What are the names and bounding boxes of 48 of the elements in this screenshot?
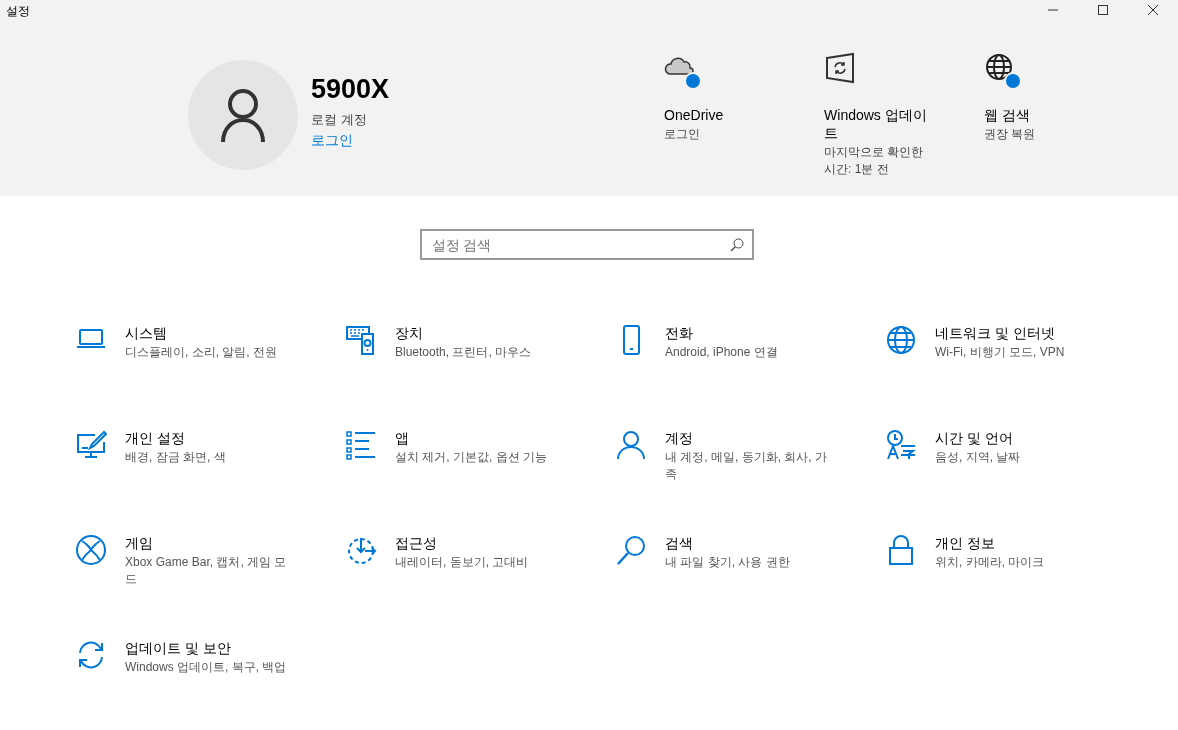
search-icon[interactable] xyxy=(615,534,647,566)
category-title[interactable]: 개인 설정 xyxy=(125,429,295,447)
category-description: 디스플레이, 소리, 알림, 전원 xyxy=(125,344,278,361)
sign-in-link[interactable]: 로그인 xyxy=(311,132,390,150)
category-description: 위치, 카메라, 마이크 xyxy=(935,554,1046,571)
quick-link-subtitle: 마지막으로 확인한 시간: 1분 전 xyxy=(824,144,925,178)
category-title[interactable]: 시스템 xyxy=(125,324,295,342)
maximize-icon xyxy=(1098,5,1108,15)
person-icon[interactable] xyxy=(615,429,647,461)
category-description: 배경, 잠금 화면, 색 xyxy=(125,449,227,466)
category-description: Android, iPhone 연결 xyxy=(665,344,779,361)
monitor-brush-icon[interactable] xyxy=(75,429,107,461)
xbox-icon[interactable] xyxy=(75,534,107,566)
category-description: Xbox Game Bar, 캡처, 게임 모드 xyxy=(125,554,288,588)
category-title[interactable]: 개인 정보 xyxy=(935,534,1105,552)
category-title[interactable]: 업데이트 및 보안 xyxy=(125,639,295,657)
category-title[interactable]: 시간 및 언어 xyxy=(935,429,1105,447)
category-description: 내레이터, 돋보기, 고대비 xyxy=(395,554,530,571)
quick-link-title[interactable]: Windows 업데이트 xyxy=(824,106,935,142)
category-title[interactable]: 검색 xyxy=(665,534,835,552)
quick-link-subtitle: 로그인 xyxy=(664,126,702,143)
search-icon xyxy=(729,238,744,252)
category-description: Bluetooth, 프린터, 마우스 xyxy=(395,344,533,361)
category-description: Windows 업데이트, 복구, 백업 xyxy=(125,659,288,676)
quick-link-title[interactable]: OneDrive xyxy=(664,106,775,124)
quick-link-subtitle: 권장 복원 xyxy=(984,126,1037,143)
category-title[interactable]: 장치 xyxy=(395,324,565,342)
category-description: 음성, 지역, 날짜 xyxy=(935,449,1022,466)
user-name: 5900X xyxy=(311,74,390,105)
globe-icon[interactable] xyxy=(984,52,1023,90)
close-icon xyxy=(1148,5,1158,15)
category-title[interactable]: 전화 xyxy=(665,324,835,342)
account-type: 로컬 계정 xyxy=(311,111,368,129)
keyboard-speaker-icon[interactable] xyxy=(345,324,377,356)
clock-letter-icon[interactable] xyxy=(885,429,917,461)
category-title[interactable]: 접근성 xyxy=(395,534,565,552)
category-description: Wi-Fi, 비행기 모드, VPN xyxy=(935,344,1066,361)
window-title: 설정 xyxy=(5,3,31,20)
category-description: 설치 제거, 기본값, 옵션 기능 xyxy=(395,449,548,466)
quick-link-title[interactable]: 웹 검색 xyxy=(984,106,1095,124)
list-icon[interactable] xyxy=(345,429,377,461)
category-title[interactable]: 네트워크 및 인터넷 xyxy=(935,324,1105,342)
category-title[interactable]: 앱 xyxy=(395,429,565,447)
category-title[interactable]: 게임 xyxy=(125,534,295,552)
category-description: 내 계정, 메일, 동기화, 회사, 가족 xyxy=(665,449,828,483)
category-title[interactable]: 계정 xyxy=(665,429,835,447)
search-field[interactable]: 설정 검색 xyxy=(419,229,754,260)
category-description: 내 파일 찾기, 사용 권한 xyxy=(665,554,791,571)
